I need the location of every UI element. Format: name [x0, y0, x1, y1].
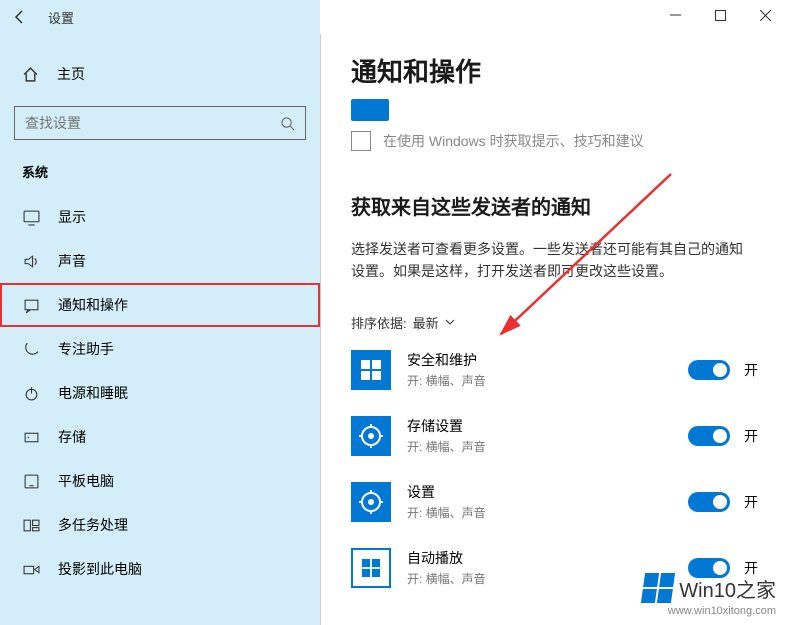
sidebar-item-label: 电源和睡眠	[58, 383, 128, 403]
sort-value: 最新	[413, 313, 439, 332]
search-box[interactable]	[14, 106, 306, 140]
sidebar-item-label: 通知和操作	[58, 295, 128, 315]
tips-checkbox-row[interactable]: 在使用 Windows 时获取提示、技巧和建议	[351, 131, 758, 151]
arrow-left-icon	[12, 9, 28, 25]
tablet-icon	[22, 473, 40, 490]
sort-dropdown[interactable]: 排序依据: 最新	[351, 313, 758, 332]
display-icon	[22, 209, 40, 226]
close-icon	[760, 10, 771, 21]
sender-name: 存储设置	[407, 416, 672, 436]
minimize-button[interactable]	[653, 0, 698, 30]
sort-label: 排序依据:	[351, 313, 407, 332]
back-button[interactable]	[0, 9, 40, 25]
sender-row[interactable]: 安全和维护开: 横幅、声音 开	[351, 350, 758, 390]
window-controls	[653, 0, 788, 30]
sidebar-item-label: 多任务处理	[58, 515, 128, 535]
search-input[interactable]	[25, 115, 280, 131]
sidebar-item-display[interactable]: 显示	[0, 195, 320, 239]
partial-toggle-row	[351, 99, 758, 121]
sender-toggle[interactable]	[688, 426, 730, 446]
checkbox-icon[interactable]	[351, 131, 371, 151]
notifications-icon	[22, 297, 40, 314]
sidebar-item-storage[interactable]: 存储	[0, 415, 320, 459]
chevron-down-icon	[445, 317, 455, 327]
sender-sub: 开: 横幅、声音	[407, 372, 672, 389]
sidebar-item-label: 声音	[58, 251, 86, 271]
home-label: 主页	[57, 64, 85, 84]
minimize-icon	[670, 10, 681, 21]
sidebar-item-focus[interactable]: 专注助手	[0, 327, 320, 371]
page-title: 通知和操作	[351, 52, 758, 89]
close-button[interactable]	[743, 0, 788, 30]
toggle-state-label: 开	[744, 492, 758, 512]
sender-toggle[interactable]	[688, 492, 730, 512]
sender-app-icon	[351, 350, 391, 390]
sender-app-icon	[351, 482, 391, 522]
sender-name: 自动播放	[407, 548, 672, 568]
home-icon	[22, 66, 39, 83]
sender-sub: 开: 横幅、声音	[407, 570, 672, 587]
sender-name: 设置	[407, 482, 672, 502]
watermark-url: www.win10xitong.com	[643, 605, 776, 617]
sender-app-icon	[351, 548, 391, 588]
tips-checkbox-label: 在使用 Windows 时获取提示、技巧和建议	[383, 131, 644, 151]
windows-logo-icon	[641, 573, 675, 603]
sender-row[interactable]: 存储设置开: 横幅、声音 开	[351, 416, 758, 456]
sidebar-item-label: 投影到此电脑	[58, 559, 142, 579]
section-label: 系统	[0, 158, 320, 195]
sound-icon	[22, 253, 40, 270]
home-button[interactable]: 主页	[0, 54, 320, 94]
sidebar-item-label: 平板电脑	[58, 471, 114, 491]
sender-name: 安全和维护	[407, 350, 672, 370]
storage-icon	[22, 429, 40, 446]
sender-sub: 开: 横幅、声音	[407, 438, 672, 455]
maximize-button[interactable]	[698, 0, 743, 30]
sidebar-item-label: 显示	[58, 207, 86, 227]
focus-icon	[22, 341, 40, 358]
section-subhead: 获取来自这些发送者的通知	[351, 191, 758, 220]
multitask-icon	[22, 517, 40, 534]
project-icon	[22, 561, 40, 578]
sidebar-item-multitask[interactable]: 多任务处理	[0, 503, 320, 547]
app-title: 设置	[48, 8, 74, 27]
sidebar-item-sound[interactable]: 声音	[0, 239, 320, 283]
sidebar-item-project[interactable]: 投影到此电脑	[0, 547, 320, 591]
sender-app-icon	[351, 416, 391, 456]
sidebar: 主页 系统 显示声音通知和操作专注助手电源和睡眠存储平板电脑多任务处理投影到此电…	[0, 34, 320, 625]
content-area: 通知和操作 在使用 Windows 时获取提示、技巧和建议 获取来自这些发送者的…	[320, 34, 788, 625]
titlebar: 设置	[0, 0, 788, 34]
toggle-state-label: 开	[744, 426, 758, 446]
watermark: Win10之家 www.win10xitong.com	[643, 573, 776, 617]
sender-sub: 开: 横幅、声音	[407, 504, 672, 521]
toggle-state-label: 开	[744, 360, 758, 380]
maximize-icon	[715, 10, 726, 21]
sidebar-item-tablet[interactable]: 平板电脑	[0, 459, 320, 503]
sidebar-item-label: 专注助手	[58, 339, 114, 359]
sidebar-item-label: 存储	[58, 427, 86, 447]
sidebar-item-power[interactable]: 电源和睡眠	[0, 371, 320, 415]
sender-row[interactable]: 设置开: 横幅、声音 开	[351, 482, 758, 522]
section-description: 选择发送者可查看更多设置。一些发送者还可能有其自己的通知设置。如果是这样，打开发…	[351, 238, 751, 283]
sidebar-item-notifications[interactable]: 通知和操作	[0, 283, 320, 327]
sender-toggle[interactable]	[688, 360, 730, 380]
power-icon	[22, 385, 40, 402]
search-icon	[280, 116, 295, 131]
